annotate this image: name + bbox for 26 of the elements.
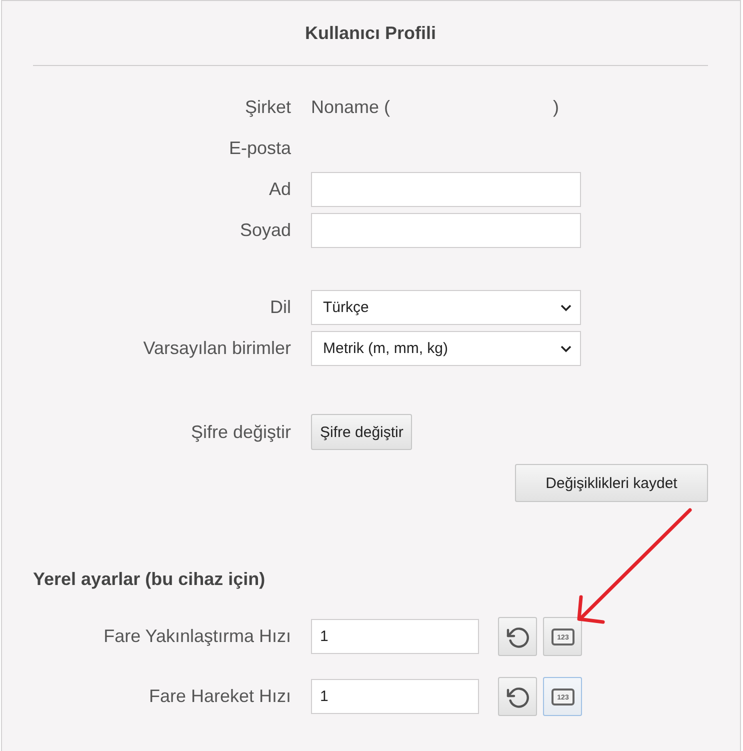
reset-button[interactable] xyxy=(498,677,537,716)
reset-icon xyxy=(506,624,530,648)
field-label: Fare Hareket Hızı xyxy=(148,686,291,707)
field-label: Şifre değiştir xyxy=(190,422,291,442)
number-input[interactable]: 1 xyxy=(311,679,479,714)
text-input[interactable] xyxy=(311,213,581,248)
dropdown[interactable]: Türkçe xyxy=(311,290,581,325)
chevron-down-icon xyxy=(560,344,572,352)
reset-button[interactable] xyxy=(498,617,537,656)
field-label: Soyad xyxy=(240,220,291,241)
change-password-button[interactable]: Şifre değiştir xyxy=(311,414,412,450)
reset-icon xyxy=(506,684,530,708)
dropdown[interactable]: Metrik (m, mm, kg) xyxy=(311,331,581,366)
number-input[interactable]: 1 xyxy=(311,619,479,654)
field-label: E-posta xyxy=(228,138,291,159)
field-label: Fare Yakınlaştırma Hızı xyxy=(104,626,291,647)
field-label: Varsayılan birimler xyxy=(143,338,291,359)
save-changes-button[interactable]: Değişiklikleri kaydet xyxy=(515,464,708,502)
field-label: Dil xyxy=(270,297,291,318)
field-label: Ad xyxy=(268,179,291,200)
panel-title: Kullanıcı Profili xyxy=(304,22,436,45)
text-input[interactable] xyxy=(311,172,581,207)
chevron-down-icon xyxy=(560,304,572,312)
field-value: Noname ( ) xyxy=(311,97,560,118)
field-label: Şirket xyxy=(244,97,291,118)
section-title: Yerel ayarlar (bu cihaz için) xyxy=(33,569,266,589)
